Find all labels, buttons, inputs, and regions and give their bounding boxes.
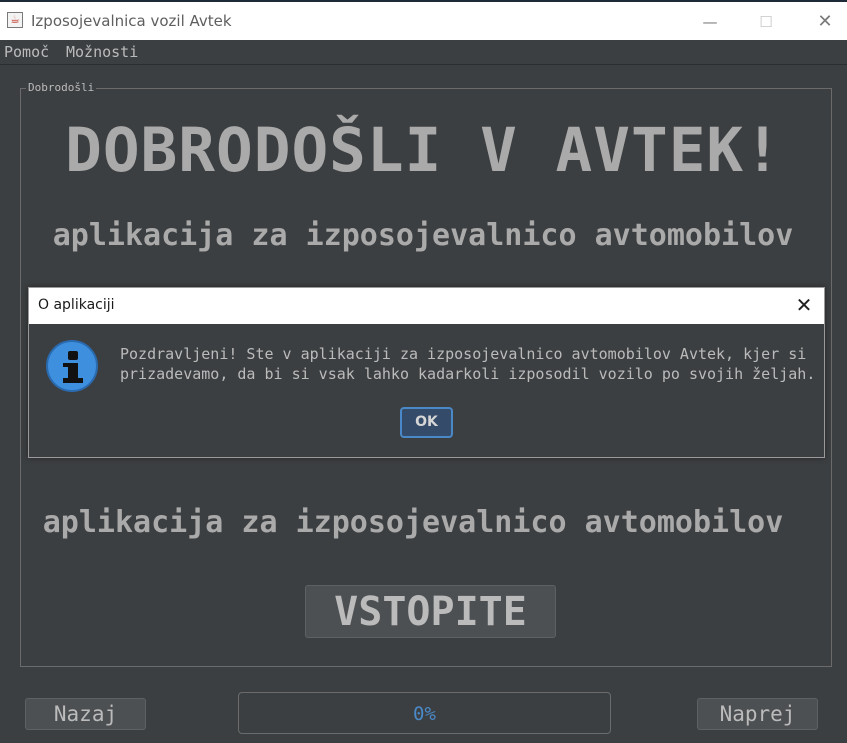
info-icon [46,340,98,392]
window-title: Izposojevalnica vozil Avtek [31,12,232,30]
java-cup-icon: ☕ [7,12,23,28]
dialog-title: O aplikaciji [38,297,115,313]
next-button[interactable]: Naprej [697,698,818,730]
dialog-message-line1: Pozdravljeni! Ste v aplikaciji za izposo… [120,345,807,363]
dialog-message-line2: prizadevamo, da bi si vsak lahko kadarko… [120,365,816,383]
subtitle-bottom: aplikacija za izposojevalnico avtomobilo… [42,505,784,540]
back-button[interactable]: Nazaj [25,698,146,730]
enter-button[interactable]: VSTOPITE [305,585,556,638]
window-close-button[interactable]: ✕ [803,8,847,36]
maximize-button[interactable]: ☐ [744,8,788,36]
about-dialog: O aplikaciji ✕ Pozdravljeni! Ste v aplik… [28,287,825,458]
minimize-button[interactable]: — [688,8,732,36]
info-icon-base [63,378,83,383]
panel-title: Dobrodošli [26,81,97,94]
menu-item-moznosti[interactable]: Možnosti [66,43,138,61]
headline: DOBRODOŠLI V AVTEK! [65,115,782,186]
dialog-message: Pozdravljeni! Ste v aplikaciji za izposo… [120,344,820,384]
dialog-titlebar: O aplikaciji ✕ [29,288,824,324]
menu-item-pomoc[interactable]: Pomoč [4,43,49,61]
progress-bar: 0% [238,692,611,734]
dialog-close-button[interactable]: ✕ [792,293,816,317]
progress-text: 0% [413,703,436,725]
ok-button[interactable]: OK [400,407,453,438]
info-icon-dot [68,351,78,360]
window-titlebar: ☕ Izposojevalnica vozil Avtek — ☐ ✕ [0,0,847,40]
subtitle-top: aplikacija za izposojevalnico avtomobilo… [52,218,794,253]
menu-bar: Pomoč Možnosti [0,40,847,65]
